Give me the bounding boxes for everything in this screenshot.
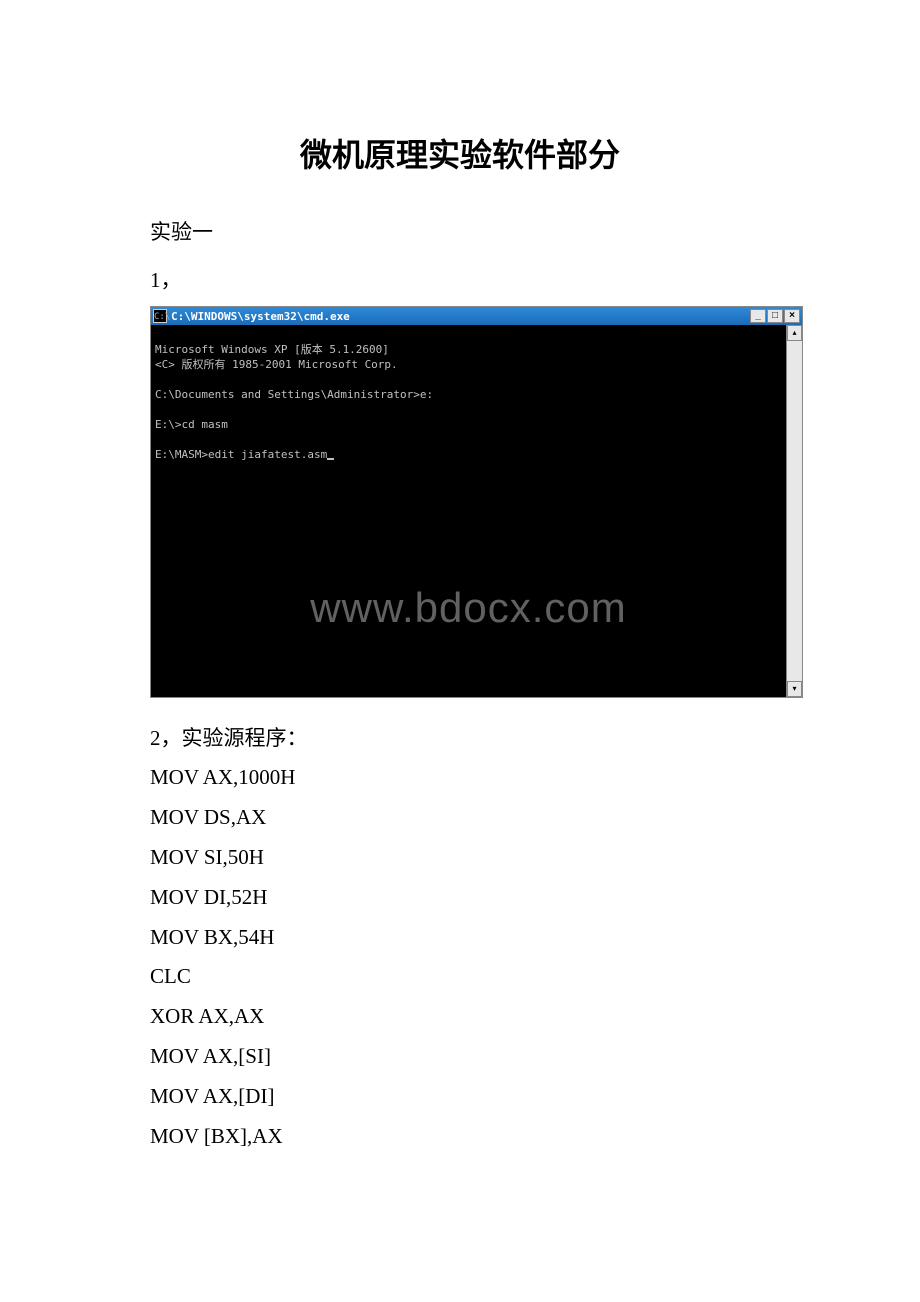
code-line: MOV DS,AX (150, 798, 770, 838)
code-line: MOV AX,[SI] (150, 1037, 770, 1077)
cmd-terminal[interactable]: Microsoft Windows XP [版本 5.1.2600] <C> 版… (151, 325, 786, 697)
cmd-output-line: E:\>cd masm (155, 418, 228, 431)
section-heading: 实验一 (150, 216, 770, 246)
cursor-icon (327, 458, 334, 460)
code-line: MOV AX,1000H (150, 758, 770, 798)
cmd-titlebar: C:\ C:\WINDOWS\system32\cmd.exe _ □ × (151, 307, 802, 325)
cmd-output-line: C:\Documents and Settings\Administrator>… (155, 388, 433, 401)
scrollbar[interactable]: ▴ ▾ (786, 325, 802, 697)
close-button[interactable]: × (784, 309, 800, 323)
maximize-button[interactable]: □ (767, 309, 783, 323)
page-title: 微机原理实验软件部分 (150, 130, 770, 176)
code-line: MOV AX,[DI] (150, 1077, 770, 1117)
code-line: MOV DI,52H (150, 878, 770, 918)
code-line: MOV [BX],AX (150, 1117, 770, 1157)
cmd-output-line: <C> 版权所有 1985-2001 Microsoft Corp. (155, 358, 398, 371)
cmd-output-line: Microsoft Windows XP [版本 5.1.2600] (155, 343, 389, 356)
code-line: MOV SI,50H (150, 838, 770, 878)
source-code-block: MOV AX,1000H MOV DS,AX MOV SI,50H MOV DI… (150, 758, 770, 1157)
scroll-down-button[interactable]: ▾ (787, 681, 802, 697)
item2-label: 2，实验源程序： (150, 722, 770, 752)
watermark-text: www.bdocx.com (151, 600, 786, 615)
cmd-window-title: C:\WINDOWS\system32\cmd.exe (171, 310, 750, 323)
scroll-track[interactable] (787, 341, 802, 681)
cmd-output-line: E:\MASM>edit jiafatest.asm (155, 448, 334, 461)
window-controls: _ □ × (750, 309, 800, 323)
item1-label: 1， (150, 264, 770, 294)
code-line: CLC (150, 957, 770, 997)
code-line: MOV BX,54H (150, 918, 770, 958)
scroll-up-button[interactable]: ▴ (787, 325, 802, 341)
cmd-window: C:\ C:\WINDOWS\system32\cmd.exe _ □ × Mi… (150, 306, 803, 698)
minimize-button[interactable]: _ (750, 309, 766, 323)
cmd-icon: C:\ (153, 309, 167, 323)
code-line: XOR AX,AX (150, 997, 770, 1037)
